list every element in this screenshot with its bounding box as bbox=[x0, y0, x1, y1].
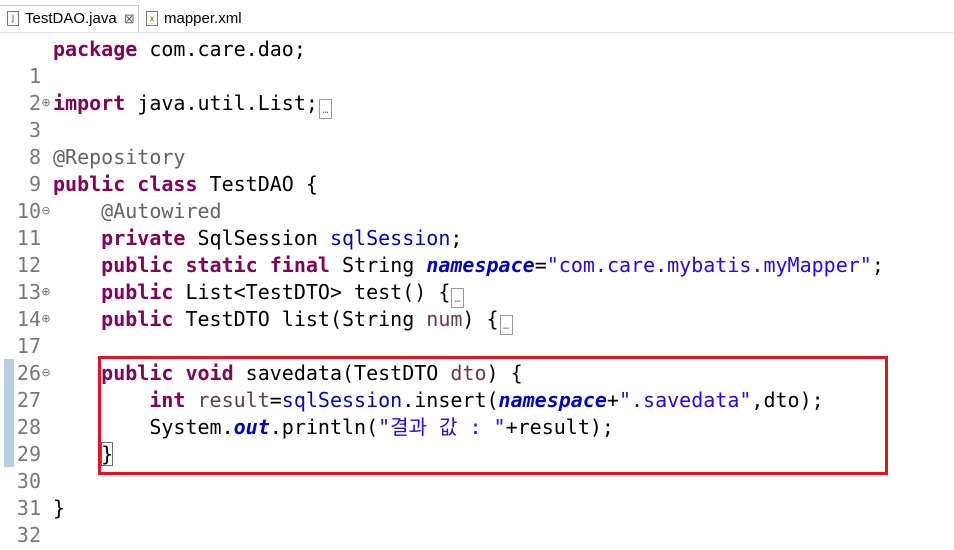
code-text: System. bbox=[149, 415, 234, 439]
code-text: TestDTO list(String bbox=[173, 307, 427, 331]
code-line: 27 ⊖ public void savedata(TestDTO dto) { bbox=[0, 360, 954, 412]
code-line: 9 @Repository bbox=[0, 144, 954, 196]
matching-brace: } bbox=[101, 442, 114, 466]
code-text: +result); bbox=[505, 415, 614, 439]
code-text: ; bbox=[871, 253, 884, 277]
tab-label: TestDAO.java bbox=[25, 10, 117, 27]
keyword: public bbox=[53, 172, 126, 196]
keyword: class bbox=[137, 172, 198, 196]
code-text: com.care.dao; bbox=[137, 37, 306, 61]
code-text: String bbox=[329, 253, 427, 277]
editor-tab-bar: J TestDAO.java ⊠ x mapper.xml bbox=[0, 0, 954, 33]
local-variable: result bbox=[197, 388, 270, 412]
code-line: 26 bbox=[0, 333, 954, 385]
code-line: 28 int result=sqlSession.insert(namespac… bbox=[0, 387, 954, 439]
code-text: java.util.List; bbox=[125, 91, 318, 115]
string-literal: "com.care.mybatis.myMapper" bbox=[546, 253, 872, 277]
code-line: 10 public class TestDAO { bbox=[0, 171, 954, 223]
code-line: 13 public static final String namespace=… bbox=[0, 252, 954, 304]
expand-fold-icon[interactable]: ⊕ bbox=[40, 279, 52, 306]
code-text: SqlSession bbox=[185, 226, 330, 250]
code-text: .insert( bbox=[402, 388, 499, 412]
xml-file-icon: x bbox=[146, 11, 158, 26]
code-line: 3 ⊕ import java.util.List;… bbox=[0, 90, 954, 142]
keyword: public bbox=[101, 280, 174, 304]
code-text: } bbox=[53, 496, 66, 520]
parameter-name: dto bbox=[450, 361, 487, 385]
field-name: sqlSession bbox=[281, 388, 403, 412]
code-text: .println( bbox=[269, 415, 379, 439]
expand-fold-icon[interactable]: ⊕ bbox=[40, 306, 52, 333]
code-line: 30 } bbox=[0, 441, 954, 493]
tab-label: mapper.xml bbox=[164, 10, 242, 27]
annotation: @Autowired bbox=[101, 199, 222, 223]
code-text: ) { bbox=[462, 307, 499, 331]
keyword: public bbox=[101, 253, 174, 277]
collapsed-code-icon[interactable]: … bbox=[499, 315, 513, 335]
keyword: int bbox=[149, 388, 186, 412]
close-tab-icon[interactable]: ⊠ bbox=[124, 12, 135, 25]
string-literal: ".savedata" bbox=[618, 388, 752, 412]
code-text: ,dto); bbox=[751, 388, 824, 412]
keyword: package bbox=[53, 37, 138, 61]
code-line: 12 private SqlSession sqlSession; bbox=[0, 225, 954, 277]
static-field-name: namespace bbox=[498, 388, 607, 412]
code-line: 8 bbox=[0, 117, 954, 169]
collapse-fold-icon[interactable]: ⊖ bbox=[40, 360, 52, 387]
code-text: ; bbox=[450, 226, 463, 250]
code-line: 1 package com.care.dao; bbox=[0, 36, 954, 88]
code-text: = bbox=[534, 253, 547, 277]
keyword: final bbox=[269, 253, 330, 277]
keyword: import bbox=[53, 91, 126, 115]
code-text: + bbox=[606, 388, 619, 412]
code-line: 14 ⊕ public List<TestDTO> test() {… bbox=[0, 279, 954, 331]
code-line: 32 } bbox=[0, 495, 954, 547]
keyword: public bbox=[101, 361, 174, 385]
annotation: @Repository bbox=[53, 145, 186, 169]
code-editor[interactable]: 1 package com.care.dao; 2 3 ⊕ import jav… bbox=[0, 34, 954, 550]
keyword: private bbox=[101, 226, 186, 250]
collapsed-code-icon[interactable]: … bbox=[318, 99, 332, 119]
keyword: public bbox=[101, 307, 174, 331]
code-line: 17 ⊕ public TestDTO list(String num) {… bbox=[0, 306, 954, 358]
static-field-name: out bbox=[233, 415, 270, 439]
field-name: sqlSession bbox=[329, 226, 451, 250]
parameter-name: num bbox=[426, 307, 463, 331]
expand-fold-icon[interactable]: ⊕ bbox=[40, 90, 52, 117]
code-text: = bbox=[269, 388, 282, 412]
code-text: ) { bbox=[486, 361, 523, 385]
code-line: 11 ⊖ @Autowired bbox=[0, 198, 954, 250]
code-line: 31 bbox=[0, 468, 954, 520]
code-text: savedata(TestDTO bbox=[233, 361, 451, 385]
code-line: 2 bbox=[0, 63, 954, 115]
keyword: static bbox=[185, 253, 258, 277]
code-text: List<TestDTO> test() { bbox=[173, 280, 451, 304]
code-line: 29 System.out.println("결과 값 : "+result); bbox=[0, 414, 954, 466]
static-field-name: namespace bbox=[426, 253, 535, 277]
collapsed-code-icon[interactable]: … bbox=[451, 288, 465, 308]
collapse-fold-icon[interactable]: ⊖ bbox=[40, 198, 52, 225]
code-text: TestDAO { bbox=[197, 172, 318, 196]
string-literal: "결과 값 : " bbox=[378, 415, 506, 439]
java-file-icon: J bbox=[7, 11, 19, 26]
code-line: 33 bbox=[0, 522, 954, 549]
tab-mapper-xml[interactable]: x mapper.xml bbox=[140, 5, 250, 32]
keyword: void bbox=[185, 361, 234, 385]
tab-testdao-java[interactable]: J TestDAO.java ⊠ bbox=[0, 5, 139, 32]
